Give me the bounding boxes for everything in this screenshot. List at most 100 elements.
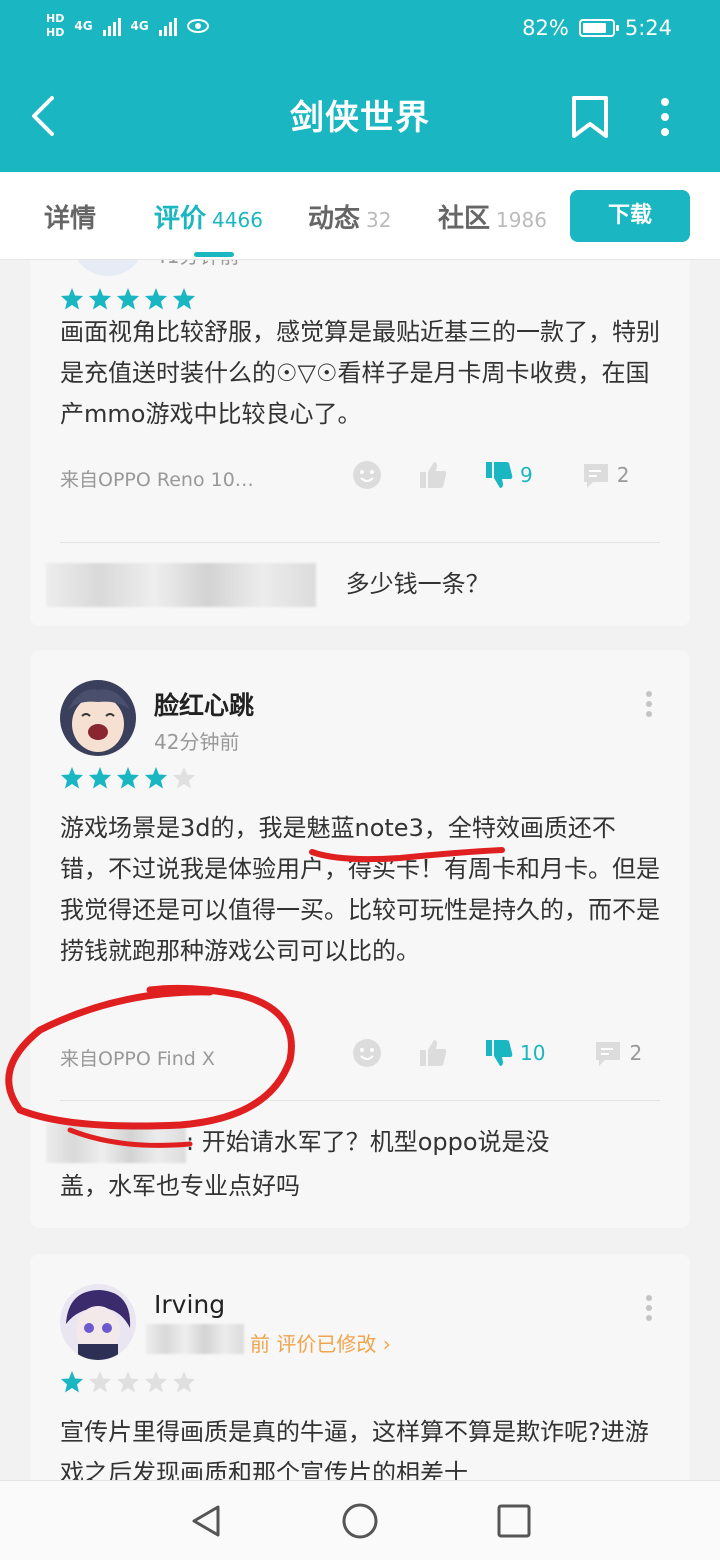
star-filled-icon bbox=[117, 767, 139, 789]
nav-back-icon[interactable] bbox=[186, 1501, 226, 1541]
divider bbox=[60, 542, 660, 543]
comment-count: 2 bbox=[629, 1041, 643, 1065]
hd1-label: HD bbox=[46, 12, 65, 25]
download-button[interactable]: 下载 bbox=[570, 190, 690, 242]
thumb-down-icon bbox=[486, 462, 513, 488]
review-menu-icon[interactable] bbox=[644, 1294, 654, 1322]
tab-reviews-label: 评价 bbox=[154, 204, 207, 234]
blurred-time bbox=[146, 1324, 244, 1354]
network2-label: 4G bbox=[130, 19, 149, 33]
reply-text: 多少钱一条？ bbox=[345, 570, 490, 598]
hd-indicator: HD HD bbox=[46, 12, 64, 40]
thumb-down-icon bbox=[486, 1040, 513, 1066]
bookmark-icon[interactable] bbox=[568, 94, 612, 140]
page-title: 剑侠世界 bbox=[290, 98, 430, 138]
review-menu-icon[interactable] bbox=[644, 690, 654, 718]
review-text: 宣传片里得画质是真的牛逼，这样算不算是欺诈呢?进游戏之后发现画质和那个宣传片的相… bbox=[60, 1418, 649, 1480]
thumb-up-icon bbox=[420, 1040, 447, 1066]
network1-label: 4G bbox=[74, 19, 93, 33]
review-time: 42分钟前 bbox=[154, 730, 240, 754]
rating-stars bbox=[60, 766, 196, 790]
smile-icon bbox=[353, 1039, 381, 1067]
review-card: 41分钟前 画面视角比较舒服，感觉算是最贴近基三的一款了，特别是充值送时装什么的… bbox=[30, 260, 690, 626]
review-text: 游戏场景是3d的，我是魅蓝note3，全特效画质还不错，不过说我是体验用户，得买… bbox=[60, 814, 660, 965]
review-modified-link[interactable]: 前 评价已修改 › bbox=[250, 1328, 391, 1357]
avatar-image bbox=[60, 680, 136, 756]
comment-icon bbox=[583, 464, 608, 488]
upvote-button[interactable] bbox=[418, 460, 448, 490]
review-card: Irving 前 评价已修改 › 宣传片里得画质是真的牛逼，这样算不算是欺诈呢?… bbox=[30, 1254, 690, 1480]
tab-updates[interactable]: 动态 32 bbox=[308, 198, 391, 235]
reply-preview[interactable]: : 开始请水军了？机型oppo说是没 盖，水军也专业点好吗 bbox=[46, 1120, 660, 1208]
battery-percent: 82% bbox=[522, 16, 569, 40]
device-label: 来自OPPO Reno 10… bbox=[60, 469, 254, 491]
thumb-up-icon bbox=[420, 462, 447, 488]
review-time: 41分钟前 bbox=[154, 260, 239, 269]
star-filled-icon bbox=[61, 767, 83, 789]
tab-reviews-count: 4466 bbox=[212, 208, 263, 232]
more-options-icon[interactable] bbox=[650, 94, 680, 140]
star-filled-icon bbox=[173, 288, 195, 310]
downvote-count: 10 bbox=[520, 1041, 546, 1065]
signal1-icon bbox=[102, 16, 121, 36]
star-empty-icon bbox=[117, 1371, 139, 1393]
review-actions: 9 2 bbox=[352, 460, 629, 490]
tab-reviews[interactable]: 评价 4466 bbox=[154, 198, 263, 235]
downvote-count: 9 bbox=[520, 463, 533, 487]
nav-recents-icon[interactable] bbox=[494, 1501, 534, 1541]
avatar[interactable] bbox=[70, 260, 146, 276]
review-text: 画面视角比较舒服，感觉算是最贴近基三的一款了，特别是充值送时装什么的☉▽☉看样子… bbox=[60, 318, 660, 428]
star-empty-icon bbox=[173, 1371, 195, 1393]
status-bar: HD HD 4G 4G 82% 5:24 bbox=[0, 0, 720, 62]
review-actions: 10 2 bbox=[352, 1038, 642, 1068]
comment-count: 2 bbox=[616, 463, 630, 487]
tab-updates-count: 32 bbox=[366, 208, 392, 232]
tab-community-count: 1986 bbox=[496, 208, 547, 232]
review-card: 脸红心跳 42分钟前 游戏场景是3d的，我是魅蓝note3，全特效画质还不错，不… bbox=[30, 650, 690, 1228]
clock: 5:24 bbox=[624, 16, 672, 40]
nav-home-icon[interactable] bbox=[340, 1501, 380, 1541]
comment-button[interactable]: 2 bbox=[593, 1038, 642, 1068]
tab-details-label: 详情 bbox=[44, 204, 97, 234]
tab-updates-label: 动态 bbox=[308, 204, 361, 234]
app-header: 剑侠世界 bbox=[0, 62, 720, 172]
signal2-icon bbox=[158, 16, 177, 36]
emoji-reaction-button[interactable] bbox=[352, 1038, 382, 1068]
tab-community-label: 社区 bbox=[438, 204, 491, 234]
system-nav-bar bbox=[0, 1480, 720, 1560]
reviewer-name[interactable]: 脸红心跳 bbox=[154, 686, 254, 722]
hd2-label: HD bbox=[46, 26, 65, 39]
star-filled-icon bbox=[61, 288, 83, 310]
star-filled-icon bbox=[89, 288, 111, 310]
rating-stars bbox=[60, 287, 196, 311]
eye-comfort-icon bbox=[186, 19, 209, 33]
reviewer-name[interactable]: Irving bbox=[154, 1290, 225, 1319]
star-empty-icon bbox=[145, 1371, 167, 1393]
tab-community[interactable]: 社区 1986 bbox=[438, 198, 547, 235]
star-empty-icon bbox=[89, 1371, 111, 1393]
comment-icon bbox=[596, 1042, 621, 1066]
tab-details[interactable]: 详情 bbox=[44, 198, 96, 235]
comment-button[interactable]: 2 bbox=[581, 460, 630, 490]
top-bar: HD HD 4G 4G 82% 5:24 剑侠世界 bbox=[0, 0, 720, 172]
downvote-button[interactable]: 10 bbox=[484, 1038, 545, 1068]
upvote-button[interactable] bbox=[418, 1038, 448, 1068]
avatar[interactable] bbox=[60, 680, 136, 756]
avatar-image bbox=[60, 1284, 136, 1360]
review-list: 41分钟前 画面视角比较舒服，感觉算是最贴近基三的一款了，特别是充值送时装什么的… bbox=[0, 260, 720, 1480]
star-filled-icon bbox=[61, 1371, 83, 1393]
star-filled-icon bbox=[145, 767, 167, 789]
device-label: 来自OPPO Find X bbox=[60, 1048, 215, 1070]
reply-text-line2: 盖，水军也专业点好吗 bbox=[60, 1172, 300, 1200]
star-filled-icon bbox=[117, 288, 139, 310]
reply-preview[interactable]: 多少钱一条？ bbox=[46, 562, 646, 607]
smile-icon bbox=[353, 461, 381, 489]
reply-text: : 开始请水军了？机型oppo说是没 bbox=[186, 1128, 550, 1156]
star-filled-icon bbox=[145, 288, 167, 310]
avatar[interactable] bbox=[60, 1284, 136, 1360]
divider bbox=[60, 1100, 660, 1101]
downvote-button[interactable]: 9 bbox=[484, 460, 533, 490]
emoji-reaction-button[interactable] bbox=[352, 460, 382, 490]
rating-stars bbox=[60, 1370, 196, 1394]
battery-icon bbox=[578, 19, 619, 37]
